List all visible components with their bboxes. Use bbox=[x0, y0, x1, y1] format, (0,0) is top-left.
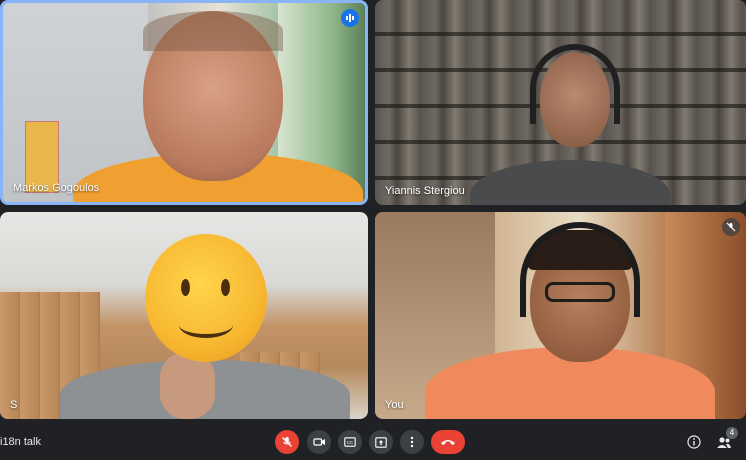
headphones bbox=[520, 222, 640, 317]
captions-button[interactable]: CC bbox=[338, 430, 362, 454]
person-hair bbox=[143, 11, 283, 51]
mic-off-icon bbox=[282, 437, 292, 447]
mic-off-icon bbox=[726, 222, 736, 232]
mic-toggle-button[interactable] bbox=[275, 430, 299, 454]
participant-name: Yiannis Stergiou bbox=[385, 185, 465, 197]
meeting-details-button[interactable] bbox=[684, 432, 704, 452]
video-tile-markos[interactable]: Markos Gogoulos bbox=[0, 0, 368, 205]
participant-name: Markos Gogoulos bbox=[13, 182, 100, 194]
present-screen-button[interactable] bbox=[369, 430, 393, 454]
participant-name: You bbox=[385, 399, 404, 411]
speaking-indicator bbox=[341, 9, 359, 27]
more-options-button[interactable] bbox=[400, 430, 424, 454]
call-control-bar: i18n talk CC 4 bbox=[0, 424, 746, 460]
smiley-emoji-icon bbox=[145, 234, 267, 362]
video-tile-yiannis[interactable]: Yiannis Stergiou bbox=[375, 0, 746, 205]
meeting-name: i18n talk bbox=[0, 436, 41, 448]
more-icon bbox=[410, 436, 414, 448]
headphones bbox=[530, 44, 620, 124]
participant-name: S bbox=[10, 399, 18, 411]
svg-text:CC: CC bbox=[347, 440, 354, 445]
camera-icon bbox=[312, 438, 325, 446]
video-tile-you[interactable]: You bbox=[375, 212, 746, 419]
emoji-eye-right bbox=[221, 279, 230, 296]
end-call-icon bbox=[441, 440, 455, 445]
camera-toggle-button[interactable] bbox=[307, 430, 331, 454]
present-icon bbox=[375, 436, 387, 448]
video-tile-s[interactable]: S bbox=[0, 212, 368, 419]
person-hand bbox=[160, 352, 215, 419]
captions-icon: CC bbox=[344, 437, 356, 447]
muted-indicator bbox=[722, 218, 740, 236]
info-icon bbox=[687, 435, 701, 449]
participant-count-badge: 4 bbox=[726, 427, 738, 439]
audio-bars-icon bbox=[346, 14, 354, 22]
leave-call-button[interactable] bbox=[431, 430, 465, 454]
meet-call-stage: Markos Gogoulos Yiannis Stergiou S You i… bbox=[0, 0, 746, 460]
glasses bbox=[545, 282, 615, 302]
emoji-mouth bbox=[179, 312, 233, 338]
emoji-eye-left bbox=[181, 279, 190, 296]
